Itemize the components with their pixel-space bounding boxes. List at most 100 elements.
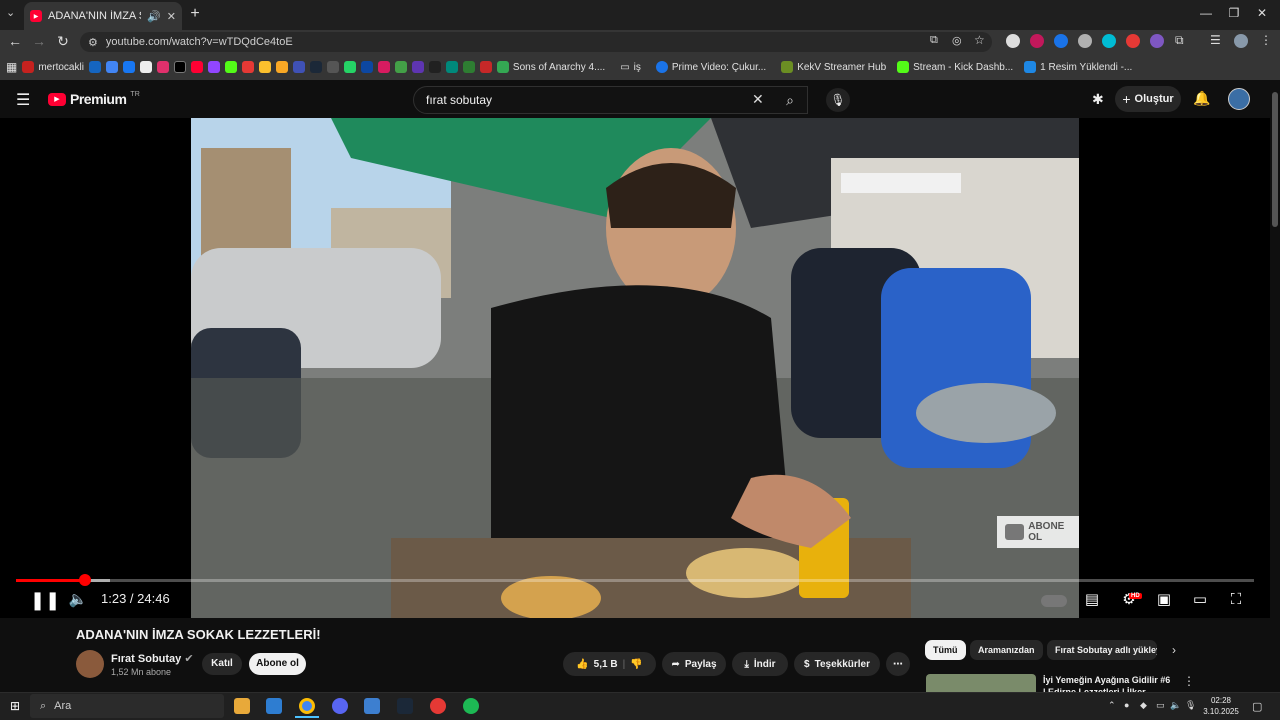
eye-off-icon[interactable]: ◎ <box>952 34 962 47</box>
thumbs-up-icon[interactable]: 👍 <box>576 659 588 670</box>
github-icon[interactable] <box>326 61 339 73</box>
steam-icon[interactable] <box>309 61 322 73</box>
site-info-icon[interactable]: ⚙ <box>88 36 98 49</box>
search-input[interactable]: fırat sobutay <box>413 86 808 114</box>
bookmark-item[interactable]: KekV Streamer Hub <box>781 61 886 73</box>
bookmark-icon[interactable] <box>462 61 475 73</box>
bookmark-icon[interactable] <box>411 61 424 73</box>
bookmark-icon[interactable] <box>360 61 373 73</box>
discord-icon[interactable] <box>332 698 348 714</box>
channel-name[interactable]: Fırat Sobutay ✔ <box>111 652 194 665</box>
windows-start-icon[interactable]: ⊞ <box>10 699 20 713</box>
tray-icon[interactable]: ◆ <box>1140 700 1147 711</box>
subtitles-icon[interactable]: ▤ <box>1082 590 1102 610</box>
google-icon[interactable] <box>139 61 152 73</box>
chip-channel-uploads[interactable]: Fırat Sobutay adlı yükley <box>1047 640 1157 660</box>
twitch-icon[interactable] <box>207 61 220 73</box>
x-icon[interactable] <box>173 61 186 73</box>
volume-icon[interactable]: 🔈 <box>1170 700 1181 711</box>
taskbar-clock[interactable]: 02:28 3.10.2025 <box>1196 695 1246 717</box>
address-bar[interactable]: ⚙ youtube.com/watch?v=wTDQdCe4toE <box>80 32 992 52</box>
network-icon[interactable]: ▭ <box>1156 700 1165 711</box>
subscribe-button[interactable]: Abone ol <box>249 653 306 675</box>
chevron-up-icon[interactable]: ⌃ <box>1108 700 1116 711</box>
pause-icon[interactable]: ❚❚ <box>30 590 60 610</box>
extension-icon[interactable] <box>1126 34 1140 48</box>
facebook-icon[interactable] <box>122 61 135 73</box>
install-icon[interactable]: ⧉ <box>930 34 938 47</box>
forward-icon[interactable]: → <box>30 33 48 49</box>
fullscreen-icon[interactable]: ⛶ <box>1226 590 1246 610</box>
progress-bar[interactable] <box>16 579 1254 582</box>
app-icon[interactable] <box>364 698 380 714</box>
clear-search-icon[interactable]: ✕ <box>752 91 764 108</box>
extension-icon[interactable] <box>1054 34 1068 48</box>
app-icon[interactable] <box>430 698 446 714</box>
share-button[interactable]: ➦ Paylaş <box>662 652 726 676</box>
subscribe-watermark[interactable]: ABONE OL <box>997 516 1079 548</box>
create-button[interactable]: + Oluştur <box>1115 86 1181 112</box>
spotify-icon[interactable] <box>463 698 479 714</box>
chevron-right-icon[interactable]: › <box>1172 643 1176 657</box>
file-explorer-icon[interactable] <box>234 698 250 714</box>
bookmark-icon[interactable] <box>88 61 101 73</box>
whatsapp-icon[interactable] <box>343 61 356 73</box>
miniplayer-icon[interactable]: ▣ <box>1154 590 1174 610</box>
youtube-icon[interactable] <box>190 61 203 73</box>
reading-list-icon[interactable]: ☰ <box>1210 33 1221 47</box>
chip-all[interactable]: Tümü <box>925 640 966 660</box>
close-window-button[interactable]: ✕ <box>1254 6 1270 20</box>
extension-icon[interactable] <box>1102 34 1116 48</box>
bookmark-star-icon[interactable]: ☆ <box>974 33 985 47</box>
microphone-icon[interactable]: 🎙 <box>1185 700 1196 711</box>
thumbs-down-icon[interactable]: 👎 <box>630 659 642 670</box>
minimize-button[interactable]: — <box>1198 6 1214 20</box>
join-button[interactable]: Katıl <box>202 653 242 675</box>
recommendation-menu-icon[interactable]: ⋮ <box>1183 674 1195 688</box>
bookmark-item[interactable]: Stream - Kick Dashb... <box>897 61 1013 73</box>
volume-icon[interactable]: 🔈 <box>68 590 88 610</box>
profile-icon[interactable] <box>1234 34 1248 48</box>
notifications-bell-icon[interactable]: 🔔 <box>1193 90 1210 107</box>
chrome-icon[interactable] <box>299 698 315 714</box>
download-button[interactable]: ⤓ İndir <box>732 652 788 676</box>
thanks-button[interactable]: $ Teşekkürler <box>794 652 880 676</box>
theater-mode-icon[interactable]: ▭ <box>1190 590 1210 610</box>
extension-icon[interactable] <box>1150 34 1164 48</box>
extension-icon[interactable] <box>1030 34 1044 48</box>
chip-from-search[interactable]: Aramanızdan <box>970 640 1043 660</box>
bookmark-icon[interactable] <box>241 61 254 73</box>
extension-icon[interactable] <box>1078 34 1092 48</box>
scrollbar-thumb[interactable] <box>1272 92 1278 227</box>
bookmark-icon[interactable] <box>445 61 458 73</box>
speaker-icon[interactable]: 🔊 <box>147 10 161 23</box>
instagram-icon[interactable] <box>156 61 169 73</box>
avatar[interactable] <box>1228 88 1250 110</box>
bookmark-item[interactable]: Sons of Anarchy 4.... <box>496 61 605 73</box>
back-icon[interactable]: ← <box>6 33 24 49</box>
maximize-button[interactable]: ❐ <box>1226 6 1242 20</box>
taskbar-search-input[interactable]: ⌕ Ara <box>30 694 224 718</box>
bookmark-icon[interactable] <box>292 61 305 73</box>
hamburger-menu-icon[interactable]: ☰ <box>16 90 30 110</box>
more-actions-icon[interactable]: ⋯ <box>886 652 910 676</box>
tray-icon[interactable]: ● <box>1124 700 1129 710</box>
video-frame[interactable] <box>191 118 1079 618</box>
bookmark-item[interactable]: 1 Resim Yüklendi -... <box>1024 61 1132 73</box>
autoplay-toggle[interactable] <box>1040 590 1068 610</box>
youtube-logo[interactable]: ▶ Premium TR <box>48 91 140 107</box>
tab-search-icon[interactable]: ⌄ <box>6 6 15 19</box>
gear-icon[interactable]: ✱ <box>1092 91 1104 108</box>
browser-tab[interactable]: ▶ ADANA'NIN İMZA SOKAK L 🔊 ✕ <box>24 2 182 30</box>
search-icon[interactable]: ⌕ <box>770 86 810 114</box>
bookmark-icon[interactable] <box>258 61 271 73</box>
bookmark-icon[interactable] <box>394 61 407 73</box>
steam-icon[interactable] <box>397 698 413 714</box>
bookmark-icon[interactable] <box>275 61 288 73</box>
reload-icon[interactable]: ↻ <box>54 33 72 50</box>
bookmark-folder[interactable]: ▭ iş <box>620 62 641 73</box>
chrome-menu-icon[interactable]: ⋮ <box>1260 33 1272 47</box>
bookmark-icon[interactable] <box>377 61 390 73</box>
like-count[interactable]: 5,1 B <box>594 659 618 670</box>
calculator-icon[interactable] <box>266 698 282 714</box>
